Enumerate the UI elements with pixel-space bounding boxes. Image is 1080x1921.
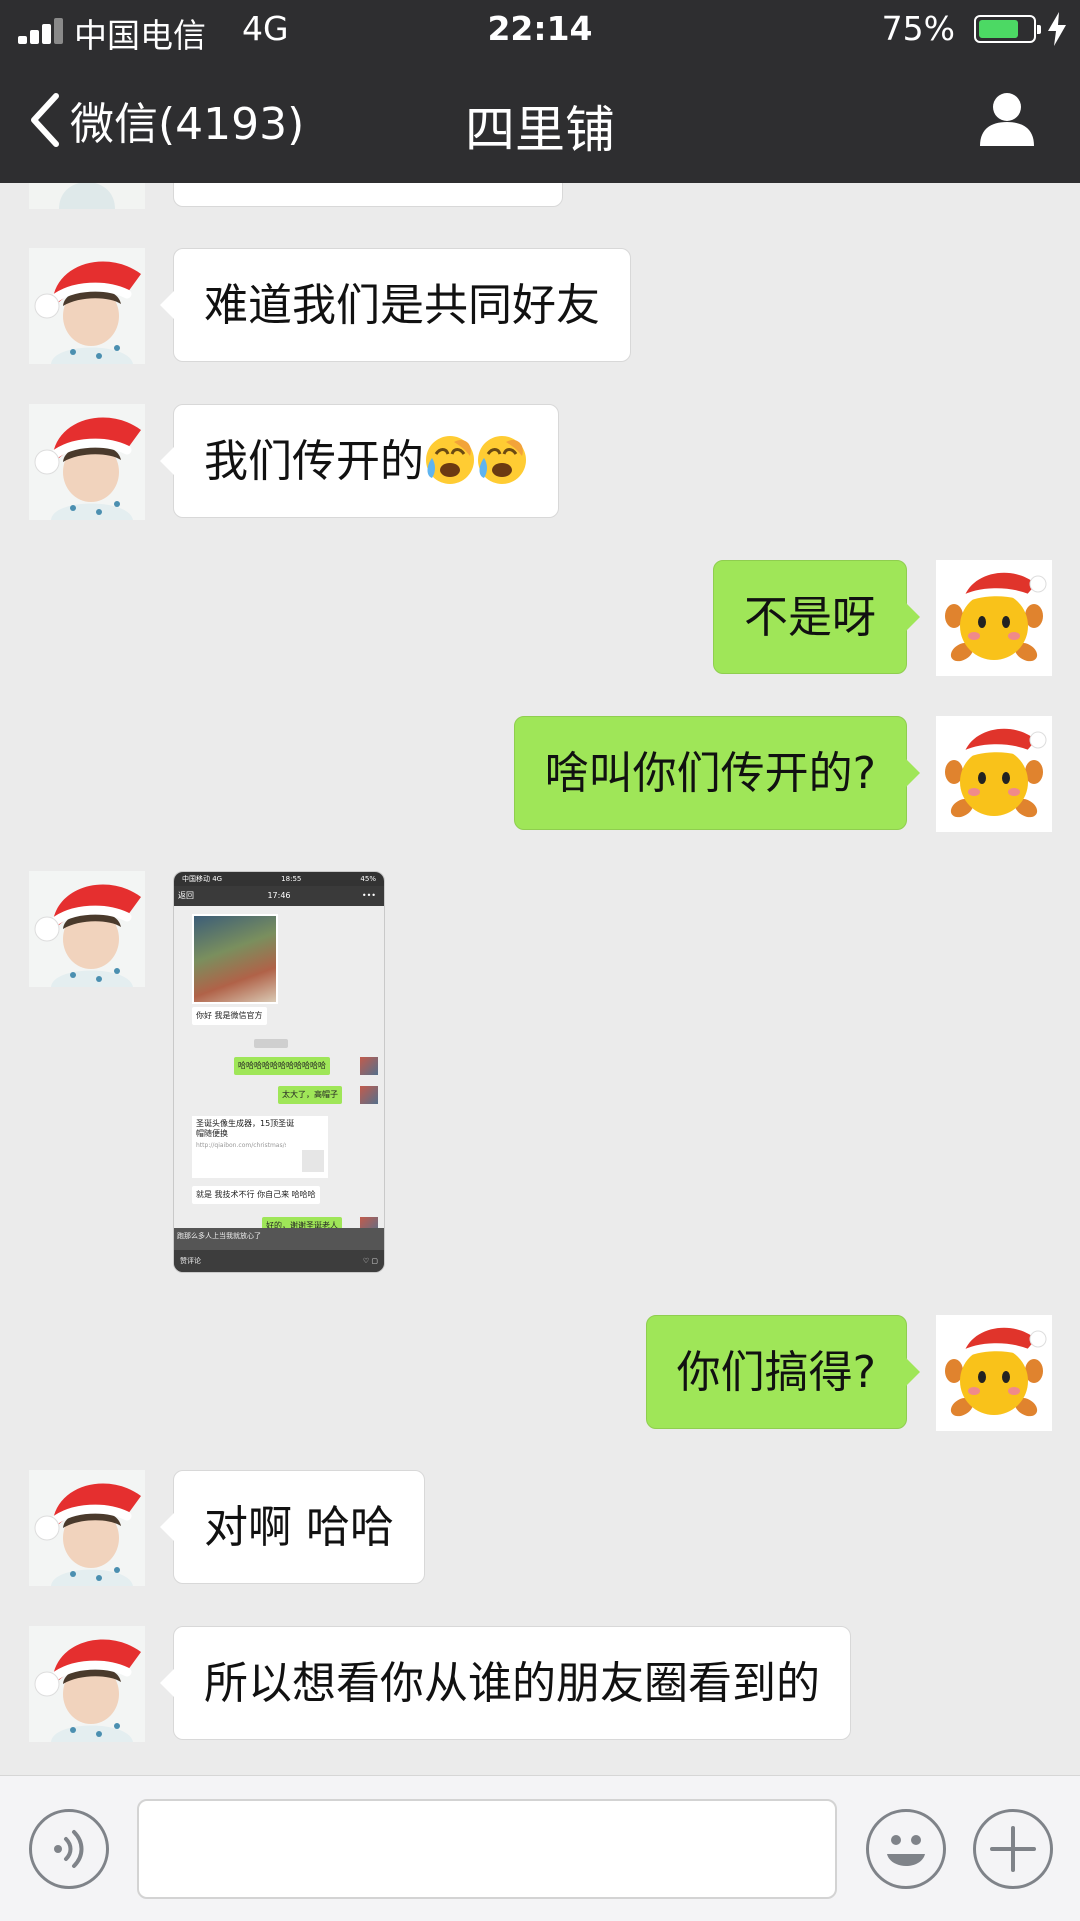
- image-bottom-bar: 跑那么多人上当我就放心了 赞 评论 ♡ ▢: [174, 1228, 384, 1272]
- voice-button[interactable]: [29, 1809, 109, 1889]
- smiley-icon: [887, 1835, 925, 1866]
- contact-avatar[interactable]: [29, 248, 145, 364]
- nav-bar: 微信(4193) 四里铺: [0, 60, 1080, 183]
- my-avatar[interactable]: [936, 1315, 1052, 1431]
- image-time-badge: [254, 1039, 288, 1048]
- image-link-icon: [302, 1150, 324, 1172]
- message-bubble[interactable]: 难道我们是共同好友: [160, 248, 631, 362]
- message-bubble[interactable]: 啥叫你们传开的?: [513, 716, 921, 830]
- plus-icon: [990, 1826, 1036, 1872]
- message-input[interactable]: [137, 1799, 837, 1899]
- image-text: 太大了，高帽子: [278, 1086, 342, 1104]
- header: 中国电信 4G 22:14 75% 微信(4193) 四里铺: [0, 0, 1080, 183]
- message-text: 我们传开的: [204, 436, 424, 487]
- message-bubble[interactable]: 我们传开的: [160, 404, 559, 518]
- image-avatar: [360, 1057, 378, 1075]
- contact-avatar[interactable]: [29, 1470, 145, 1586]
- message-bubble[interactable]: 不是呀: [713, 560, 920, 674]
- contact-avatar[interactable]: [29, 183, 145, 209]
- image-status-bar: 中国移动 4G 18:55 45%: [174, 872, 384, 886]
- battery-icon: [974, 15, 1041, 43]
- status-bar: 中国电信 4G 22:14 75%: [0, 0, 1080, 60]
- battery-percent: 75%: [881, 9, 955, 48]
- contact-avatar[interactable]: [29, 404, 145, 520]
- image-text: http://qiaibon.com/christmas/src/home/xc…: [196, 1142, 286, 1149]
- image-message[interactable]: 中国移动 4G 18:55 45% 返回 17:46 ••• 你好 我是微信官方…: [173, 871, 385, 1273]
- chat-title: 四里铺: [465, 101, 615, 159]
- my-avatar[interactable]: [936, 716, 1052, 832]
- image-text: 你好 我是微信官方: [192, 1007, 267, 1025]
- image-text: 跑那么多人上当我就放心了: [177, 1232, 261, 1240]
- plus-button[interactable]: [973, 1809, 1053, 1889]
- charging-icon: [1048, 12, 1066, 46]
- input-bar: [0, 1775, 1080, 1921]
- message-list[interactable]: 难道我们是共同好友 我们传开的 不是呀 啥叫你们传开的? 中国移动 4G 18:…: [0, 183, 1080, 1775]
- contact-avatar[interactable]: [29, 1626, 145, 1742]
- image-text: 评论: [187, 1257, 201, 1265]
- image-link-card: 圣诞头像生成器，15顶圣诞帽随便换 http://qiaibon.com/chr…: [192, 1116, 328, 1178]
- image-text: 圣诞头像生成器，15顶圣诞帽随便换: [196, 1119, 295, 1138]
- image-avatar: [360, 1086, 378, 1104]
- image-text: 中国移动 4G: [182, 875, 223, 883]
- person-icon[interactable]: [978, 90, 1036, 148]
- contact-avatar[interactable]: [29, 871, 145, 987]
- message-bubble[interactable]: 所以想看你从谁的朋友圈看到的: [160, 1626, 851, 1740]
- image-text: 45%: [360, 875, 376, 883]
- message-bubble[interactable]: 你们搞得?: [645, 1315, 921, 1429]
- image-text: ♡ ▢: [362, 1257, 378, 1265]
- message-bubble-partial[interactable]: [173, 183, 563, 207]
- face-with-tears-icon: [426, 436, 474, 484]
- image-text: 赞: [180, 1257, 187, 1265]
- emoji-button[interactable]: [866, 1809, 946, 1889]
- message-bubble[interactable]: 对啊 哈哈: [160, 1470, 425, 1584]
- image-text: •••: [361, 891, 376, 900]
- image-text: 18:55: [281, 875, 302, 883]
- voice-icon: [54, 1830, 84, 1868]
- image-nav-bar: 返回 17:46 •••: [174, 886, 384, 906]
- my-avatar[interactable]: [936, 560, 1052, 676]
- image-photo: [192, 914, 278, 1004]
- chat-screen: 中国电信 4G 22:14 75% 微信(4193) 四里铺 难道我们是共同好友…: [0, 0, 1080, 1921]
- image-text: 17:46: [267, 891, 291, 900]
- image-text: 哈哈哈哈哈哈哈哈哈哈哈: [234, 1057, 330, 1075]
- face-with-tears-icon: [478, 436, 526, 484]
- image-text: 就是 我技术不行 你自己来 哈哈哈: [192, 1186, 320, 1204]
